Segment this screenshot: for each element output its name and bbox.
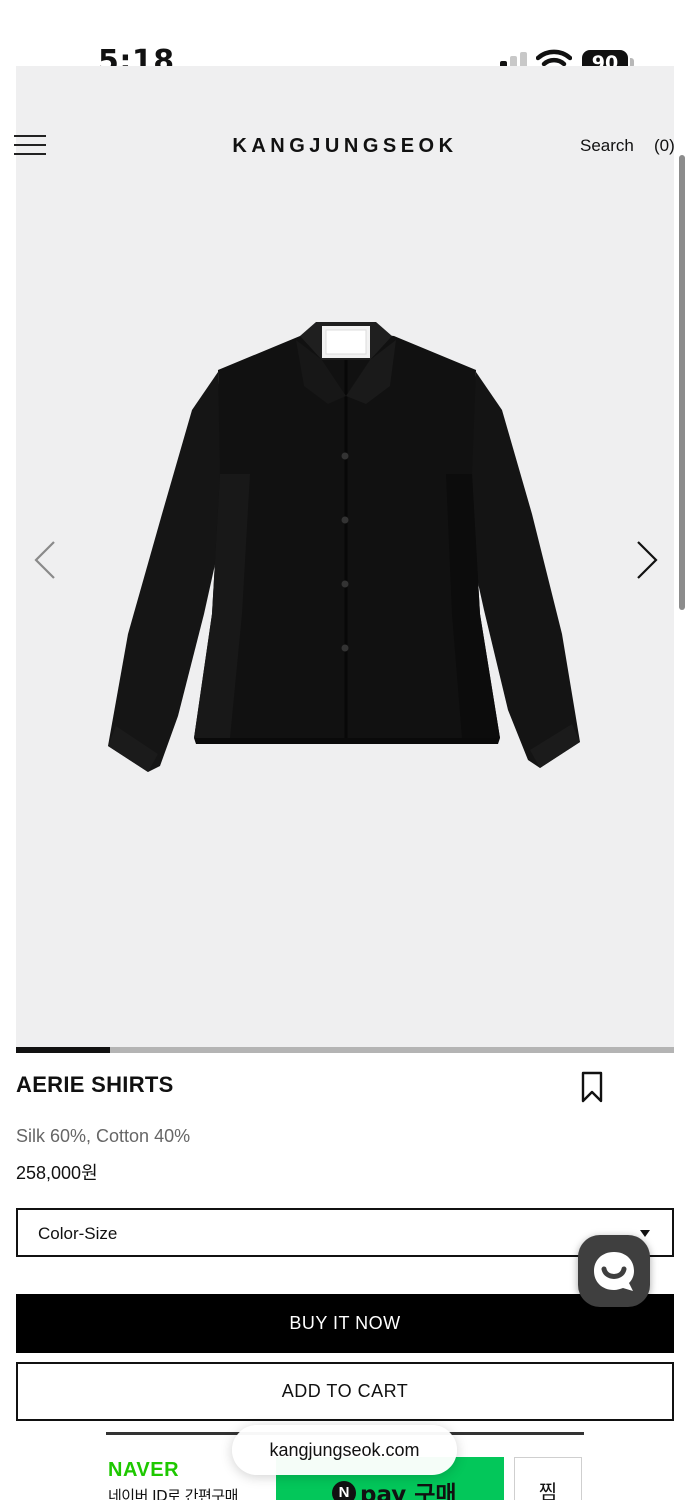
product-material: Silk 60%, Cotton 40% bbox=[16, 1126, 191, 1146]
naver-logo: NAVER bbox=[108, 1459, 180, 1481]
buy-it-now-button[interactable]: BUY IT NOW bbox=[16, 1294, 674, 1353]
product-price: 258,000원 bbox=[16, 1163, 98, 1183]
chat-button[interactable] bbox=[578, 1235, 650, 1307]
cart-count-link[interactable]: (0) bbox=[654, 136, 675, 156]
status-bar: 5:18 90 bbox=[0, 0, 691, 79]
wishlist-button[interactable]: 찜 bbox=[514, 1457, 582, 1500]
page-scrollbar[interactable] bbox=[679, 155, 685, 610]
search-link[interactable]: Search bbox=[580, 136, 634, 156]
product-title: AERIE SHIRTS bbox=[16, 1072, 174, 1097]
bookmark-icon[interactable] bbox=[580, 1070, 604, 1104]
naver-pay-label: pay 구매 bbox=[360, 1482, 457, 1500]
color-size-select[interactable]: Color-Size bbox=[16, 1208, 674, 1257]
chevron-left-icon[interactable] bbox=[26, 532, 66, 588]
gallery-progress-fill bbox=[16, 1047, 111, 1053]
product-page: KANGJUNGSEOK Search (0) AERIE SHIRTS Sil… bbox=[14, 66, 675, 1500]
chat-bubble-icon bbox=[594, 1252, 634, 1291]
browser-url-bar[interactable]: kangjungseok.com bbox=[232, 1425, 457, 1475]
naver-n-icon: N bbox=[332, 1481, 356, 1500]
product-image-gallery[interactable] bbox=[16, 66, 674, 1047]
chevron-right-icon[interactable] bbox=[626, 532, 666, 588]
color-size-select-value: Color-Size bbox=[38, 1224, 118, 1243]
gallery-progress-bar bbox=[16, 1047, 674, 1053]
product-image bbox=[108, 322, 580, 772]
add-to-cart-button[interactable]: ADD TO CART bbox=[16, 1362, 674, 1421]
wishlist-label: 찜 bbox=[538, 1480, 558, 1500]
naver-subtitle: 네이버 ID로 간편구매 bbox=[108, 1487, 238, 1500]
site-logo[interactable]: KANGJUNGSEOK bbox=[16, 135, 674, 158]
